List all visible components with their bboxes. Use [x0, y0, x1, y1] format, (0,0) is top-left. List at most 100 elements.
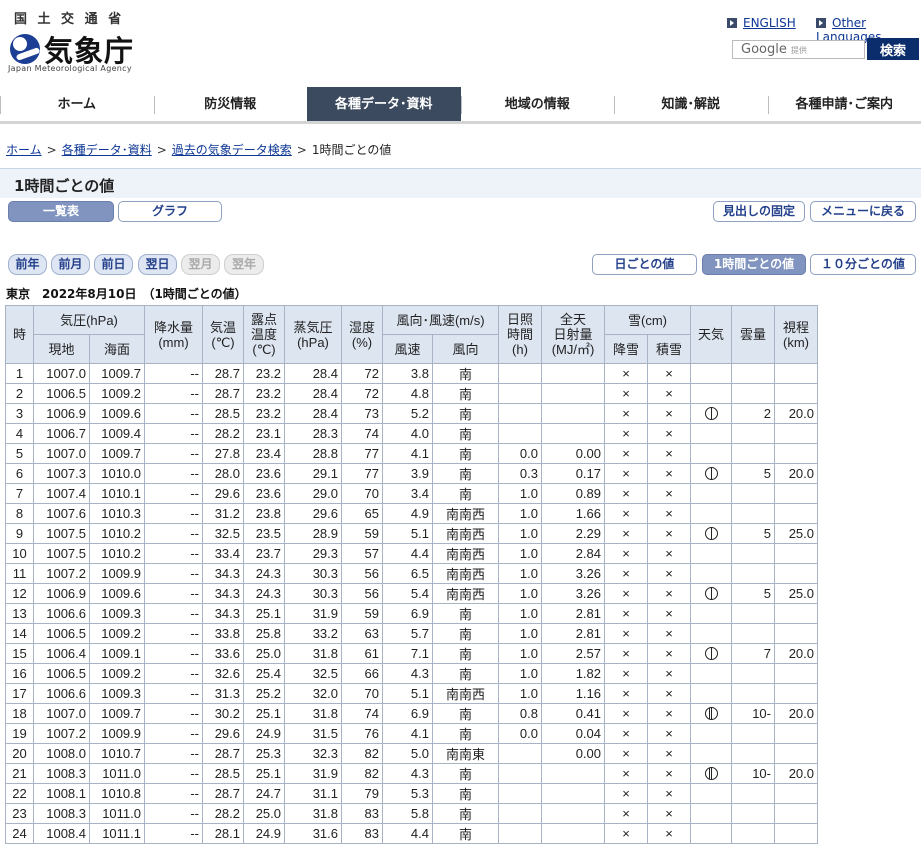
cell-ws: 5.2 [382, 403, 433, 424]
cell-sun [498, 383, 542, 404]
cell-sd: × [647, 483, 691, 504]
cell-pr: -- [144, 803, 203, 824]
ten-minute-values-button[interactable]: １０分ごとの値 [810, 254, 916, 275]
col-humidity: 湿度 (%) [341, 305, 383, 364]
cell-wx [690, 423, 732, 444]
cell-h: 10 [5, 543, 34, 564]
cell-pr: -- [144, 563, 203, 584]
jma-logo-icon[interactable] [10, 34, 40, 64]
nav-knowledge[interactable]: 知識･解説 [614, 87, 768, 121]
cell-t: 27.8 [202, 443, 244, 464]
cell-sun [498, 763, 542, 784]
breadcrumb-search[interactable]: 過去の気象データ検索 [172, 143, 292, 157]
cell-p: 1007.0 [33, 703, 90, 724]
cell-p: 1006.5 [33, 663, 90, 684]
breadcrumb-data[interactable]: 各種データ･資料 [62, 143, 152, 157]
cell-pr: -- [144, 523, 203, 544]
cell-t: 32.6 [202, 663, 244, 684]
breadcrumb-home[interactable]: ホーム [6, 143, 42, 157]
search-input[interactable]: Google 提供 [732, 40, 865, 59]
table-row: 17 1006.6 1009.3 -- 31.3 25.2 32.0 70 5.1 南南西 1.0 1… [5, 683, 818, 704]
cell-vp: 30.3 [284, 583, 342, 604]
cell-ws: 3.9 [382, 463, 433, 484]
cell-wx [690, 583, 732, 604]
next-day-button[interactable]: 翌日 [138, 254, 177, 275]
cell-sf: × [604, 563, 648, 584]
daily-values-button[interactable]: 日ごとの値 [592, 254, 697, 275]
cell-sp: 1009.2 [89, 623, 145, 644]
nav-disaster-info[interactable]: 防災情報 [153, 87, 308, 121]
hourly-values-button[interactable]: 1時間ごとの値 [702, 254, 806, 275]
cell-h: 4 [5, 423, 34, 444]
nav-data[interactable]: 各種データ･資料 [307, 87, 461, 121]
cell-sf: × [604, 463, 648, 484]
cell-vis [774, 623, 818, 644]
cell-ws: 5.1 [382, 683, 433, 704]
cell-t: 28.2 [202, 423, 244, 444]
cell-pr: -- [144, 823, 203, 844]
table-row: 24 1008.4 1011.1 -- 28.1 24.9 31.6 83 4.4 南 × × [5, 823, 818, 844]
cell-rad: 0.04 [541, 723, 605, 744]
cell-pr: -- [144, 583, 203, 604]
table-row: 1 1007.0 1009.7 -- 28.7 23.2 28.4 72 3.8 南 × × [5, 363, 818, 384]
cell-sun: 0.0 [498, 723, 542, 744]
table-row: 22 1008.1 1010.8 -- 28.7 24.7 31.1 79 5.3 南 × × [5, 783, 818, 804]
cell-t: 34.3 [202, 563, 244, 584]
cell-rad [541, 763, 605, 784]
cell-pr: -- [144, 703, 203, 724]
cell-dp: 24.3 [243, 563, 285, 584]
cell-p: 1007.0 [33, 443, 90, 464]
cell-p: 1008.3 [33, 803, 90, 824]
prev-month-button[interactable]: 前月 [51, 254, 90, 275]
cell-t: 28.7 [202, 383, 244, 404]
cell-vis [774, 503, 818, 524]
cell-ws: 4.0 [382, 423, 433, 444]
fix-header-button[interactable]: 見出しの固定 [713, 201, 805, 222]
cell-rad: 2.81 [541, 603, 605, 624]
cell-hu: 59 [341, 523, 383, 544]
graph-view-button[interactable]: グラフ [118, 201, 222, 222]
cell-vis [774, 543, 818, 564]
nav-regional[interactable]: 地域の情報 [460, 87, 615, 121]
cell-p: 1006.9 [33, 403, 90, 424]
col-snow: 雪(cm) [604, 305, 691, 335]
nav-applications[interactable]: 各種申請･ご案内 [767, 87, 921, 121]
cell-sun [498, 783, 542, 804]
cell-sf: × [604, 503, 648, 524]
cell-vis [774, 823, 818, 844]
cell-rad: 0.00 [541, 743, 605, 764]
cell-h: 24 [5, 823, 34, 844]
main-nav: ホーム 防災情報 各種データ･資料 地域の情報 知識･解説 各種申請･ご案内 [0, 87, 921, 124]
cell-sp: 1009.7 [89, 443, 145, 464]
page-title-bar: 1時間ごとの値 [0, 168, 921, 198]
table-row: 12 1006.9 1009.6 -- 34.3 24.3 30.3 56 5.4 南南西 1.0 3… [5, 583, 818, 604]
search-button[interactable]: 検索 [867, 38, 919, 60]
cell-t: 30.2 [202, 703, 244, 724]
cell-t: 31.3 [202, 683, 244, 704]
prev-day-button[interactable]: 前日 [94, 254, 133, 275]
cell-t: 29.6 [202, 483, 244, 504]
cell-sf: × [604, 643, 648, 664]
cell-cl [731, 543, 775, 564]
cell-wd: 南 [432, 383, 499, 404]
cell-wx [690, 503, 732, 524]
cell-wx [690, 463, 732, 484]
cell-rad [541, 403, 605, 424]
cell-ws: 4.1 [382, 443, 433, 464]
cell-cl [731, 623, 775, 644]
prev-year-button[interactable]: 前年 [8, 254, 47, 275]
cell-wd: 南南東 [432, 743, 499, 764]
cell-p: 1007.3 [33, 463, 90, 484]
english-link[interactable]: ENGLISH [727, 16, 796, 30]
cell-cl: 10- [731, 763, 775, 784]
back-to-menu-button[interactable]: メニューに戻る [810, 201, 916, 222]
nav-home[interactable]: ホーム [0, 87, 154, 121]
breadcrumb-separator: > [46, 143, 57, 157]
table-view-button[interactable]: 一覧表 [8, 201, 114, 222]
cell-vis [774, 423, 818, 444]
cell-sp: 1009.6 [89, 403, 145, 424]
cell-ws: 5.8 [382, 803, 433, 824]
cell-pr: -- [144, 483, 203, 504]
cell-vp: 31.1 [284, 783, 342, 804]
cell-cl: 5 [731, 583, 775, 604]
